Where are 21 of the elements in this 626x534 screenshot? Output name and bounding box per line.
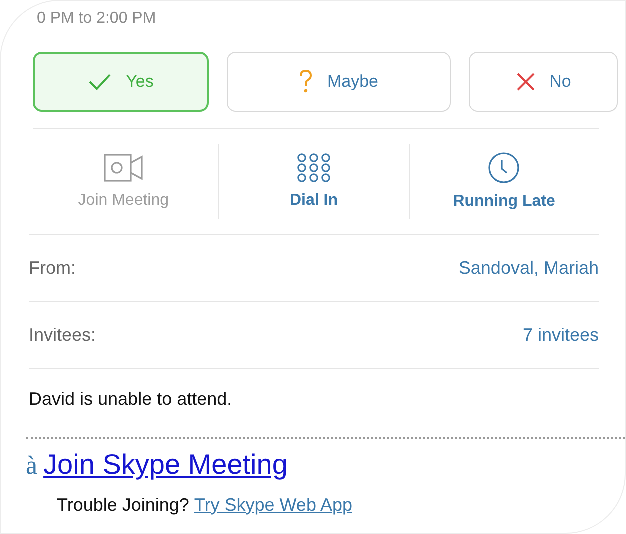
web-app-link[interactable]: Try Skype Web App: [194, 495, 352, 516]
question-mark-icon: [299, 70, 314, 94]
clock-icon: [488, 152, 520, 184]
join-skype-link[interactable]: Join Skype Meeting: [44, 449, 288, 481]
response-button[interactable]: Maybe: [227, 52, 451, 112]
event-time: 0 PM to 2:00 PM: [37, 10, 158, 29]
detail-link[interactable]: 7 invitees: [522, 324, 599, 346]
detail-label: Invitees:: [29, 324, 96, 346]
response-button[interactable]: No: [469, 52, 618, 112]
action-button[interactable]: Running Late: [410, 151, 599, 212]
bullet-glyph: à: [26, 451, 38, 481]
dialpad-icon: [296, 153, 331, 183]
note-text: David is unable to attend.: [29, 388, 234, 411]
action-button[interactable]: Dial In: [219, 152, 409, 211]
detail-label: From:: [29, 258, 76, 278]
detail-link[interactable]: Sandoval, Mariah: [458, 258, 599, 278]
close-icon: [516, 72, 536, 92]
trouble-text: Trouble Joining?: [57, 495, 190, 516]
response-button[interactable]: Yes: [33, 52, 209, 112]
checkmark-icon: [88, 72, 112, 92]
video-camera-icon: [104, 153, 144, 183]
